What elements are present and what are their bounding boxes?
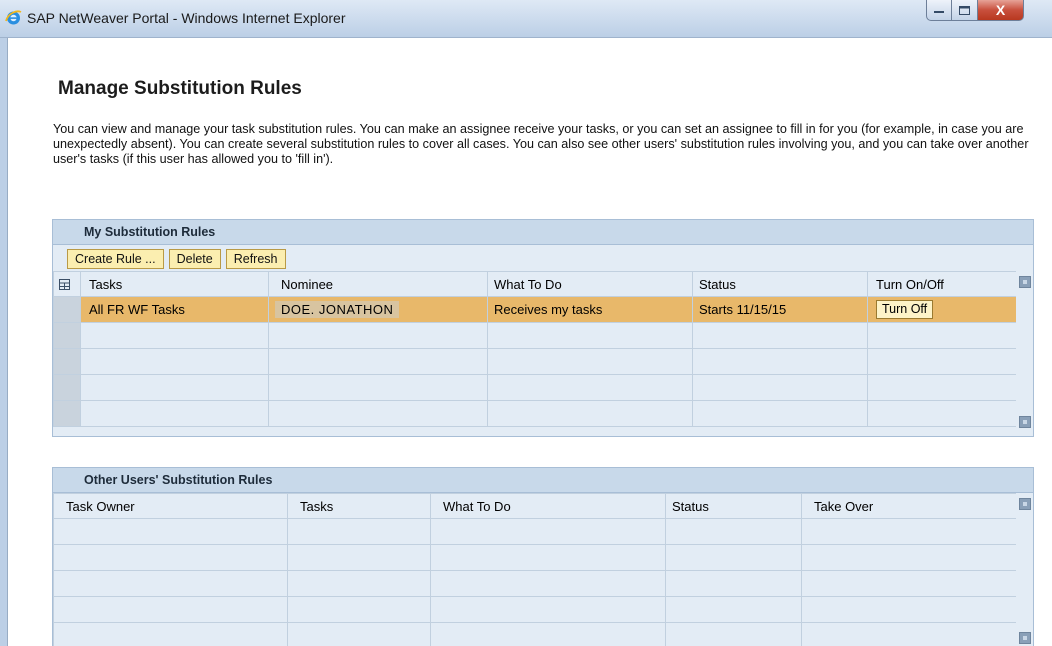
table-header-row: Task Owner Tasks What To Do Status Take … (53, 493, 1017, 519)
table-row-empty (53, 374, 1017, 401)
table-row-empty (53, 518, 1017, 545)
portal-content: Manage Substitution Rules You can view a… (9, 38, 1052, 646)
my-rules-table: Tasks Nominee What To Do Status Turn On/… (53, 271, 1017, 427)
internet-explorer-icon (5, 10, 22, 25)
scroll-up-icon[interactable] (1019, 498, 1031, 510)
scroll-up-icon[interactable] (1019, 276, 1031, 288)
table-row-empty (53, 622, 1017, 646)
column-header-tasks[interactable]: Tasks (80, 271, 269, 297)
panel-title: Other Users' Substitution Rules (53, 468, 1033, 493)
cell-status: Starts 11/15/15 (692, 296, 868, 323)
row-selector[interactable] (53, 296, 81, 323)
column-header-status[interactable]: Status (692, 271, 868, 297)
close-icon: X (995, 2, 1006, 18)
row-selector[interactable] (53, 400, 81, 427)
table-header-row: Tasks Nominee What To Do Status Turn On/… (53, 271, 1017, 297)
column-header-turn-on-off[interactable]: Turn On/Off (867, 271, 1017, 297)
panel-title: My Substitution Rules (53, 220, 1033, 245)
row-selector[interactable] (53, 348, 81, 375)
delete-button[interactable]: Delete (168, 249, 221, 269)
table-settings-icon (59, 279, 70, 291)
table-row-empty (53, 570, 1017, 597)
cell-nominee: DOE. JONATHON (268, 296, 488, 323)
my-substitution-rules-panel: My Substitution Rules Create Rule ... De… (52, 219, 1034, 437)
column-header-nominee[interactable]: Nominee (268, 271, 488, 297)
table-row-empty (53, 544, 1017, 571)
column-header-what-to-do[interactable]: What To Do (430, 493, 666, 519)
my-rules-scrollbar[interactable] (1016, 271, 1033, 436)
table-row-empty (53, 322, 1017, 349)
other-rules-scrollbar[interactable] (1016, 493, 1033, 646)
create-rule-button[interactable]: Create Rule ... (67, 249, 164, 269)
intro-text: You can view and manage your task substi… (53, 122, 1029, 166)
other-users-substitution-rules-panel: Other Users' Substitution Rules Task Own… (52, 467, 1034, 646)
scroll-down-icon[interactable] (1019, 632, 1031, 644)
maximize-icon (959, 5, 970, 15)
other-rules-table: Task Owner Tasks What To Do Status Take … (53, 493, 1017, 646)
nominee-value: DOE. JONATHON (275, 301, 400, 318)
column-header-take-over[interactable]: Take Over (801, 493, 1017, 519)
row-selector[interactable] (53, 322, 81, 349)
table-row-empty (53, 400, 1017, 427)
window-titlebar: SAP NetWeaver Portal - Windows Internet … (0, 0, 1052, 38)
refresh-button[interactable]: Refresh (225, 249, 286, 269)
column-header-task-owner[interactable]: Task Owner (53, 493, 288, 519)
cell-turn-on-off: Turn Off (867, 296, 1017, 323)
turn-off-button[interactable]: Turn Off (876, 300, 934, 319)
row-selector[interactable] (53, 374, 81, 401)
column-header-tasks[interactable]: Tasks (287, 493, 431, 519)
table-row-empty (53, 596, 1017, 623)
scroll-down-icon[interactable] (1019, 416, 1031, 428)
minimize-icon (934, 11, 944, 13)
table-row-empty (53, 348, 1017, 375)
window-controls: X (926, 0, 1024, 21)
cell-what-to-do: Receives my tasks (487, 296, 693, 323)
window-title: SAP NetWeaver Portal - Windows Internet … (27, 10, 346, 26)
cell-tasks: All FR WF Tasks (80, 296, 269, 323)
rules-toolbar: Create Rule ... Delete Refresh (53, 245, 1033, 271)
column-header-status[interactable]: Status (665, 493, 802, 519)
table-row[interactable]: All FR WF Tasks DOE. JONATHON Receives m… (53, 296, 1017, 323)
minimize-button[interactable] (926, 0, 952, 21)
window-frame (0, 38, 8, 646)
select-all-cell[interactable] (53, 271, 81, 297)
column-header-what-to-do[interactable]: What To Do (487, 271, 693, 297)
close-button[interactable]: X (978, 0, 1024, 21)
maximize-button[interactable] (952, 0, 978, 21)
page-title: Manage Substitution Rules (58, 78, 302, 99)
